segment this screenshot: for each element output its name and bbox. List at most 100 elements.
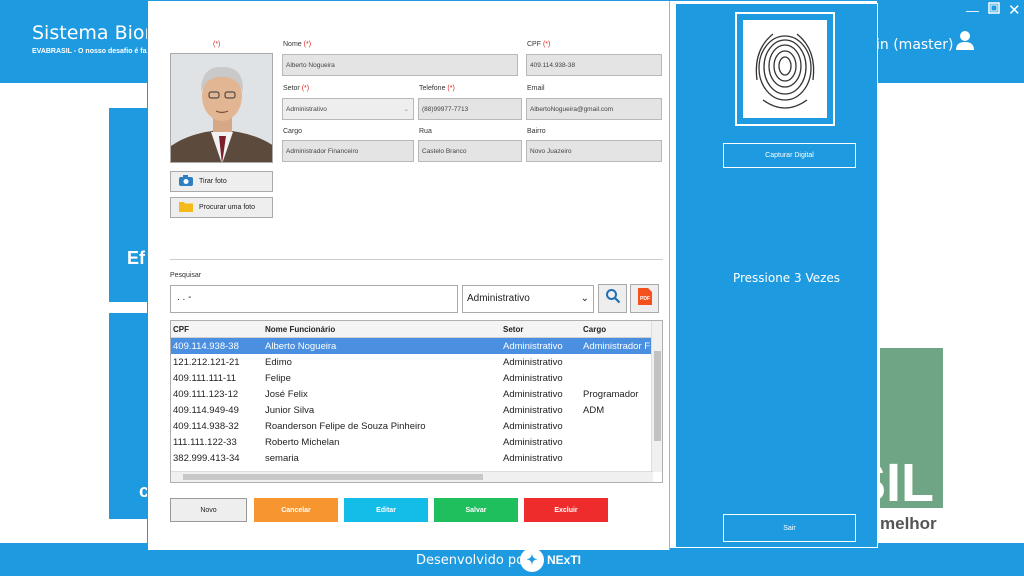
table-cell: José Felix <box>265 388 308 400</box>
table-row[interactable]: 111.111.122-33 Roberto Michelan Administ… <box>171 434 662 450</box>
table-cell: 409.111.123-12 <box>173 388 239 400</box>
table-row[interactable]: 382.999.413-34 semaria Administrativo <box>171 450 662 466</box>
exit-button[interactable]: Sair <box>723 514 856 542</box>
telefone-label: Telefone (*) <box>419 85 455 92</box>
table-cell: 382.999.413-34 <box>173 452 240 464</box>
table-row[interactable]: 409.111.123-12 José Felix Administrativo… <box>171 386 662 402</box>
take-photo-button[interactable]: Tirar foto <box>170 171 273 192</box>
search-button[interactable] <box>598 284 627 313</box>
fingerprint-frame <box>735 12 835 126</box>
table-cell: Administrativo <box>503 340 563 352</box>
required-mark: (*) <box>303 41 312 48</box>
table-cell: 409.111.111-11 <box>173 372 237 384</box>
table-cell: Alberto Nogueira <box>265 340 337 352</box>
search-label: Pesquisar <box>170 272 202 279</box>
svg-text:PDF: PDF <box>640 296 650 302</box>
folder-icon <box>179 201 193 214</box>
telefone-label-text: Telefone <box>419 85 446 92</box>
table-row[interactable]: 409.114.938-38 Alberto Nogueira Administ… <box>171 338 662 354</box>
table-row[interactable]: 409.114.949-49 Junior Silva Administrati… <box>171 402 662 418</box>
minimize-icon[interactable]: — <box>966 3 979 18</box>
horizontal-scrollbar[interactable] <box>171 471 653 482</box>
fingerprint-instruction: Pressione 3 Vezes <box>732 271 841 285</box>
nome-field[interactable]: Alberto Nogueira <box>282 54 518 76</box>
table-cell: Administrativo <box>503 452 563 464</box>
table-cell: Administrativo <box>503 404 563 416</box>
table-row[interactable]: 409.111.111-11 Felipe Administrativo <box>171 370 662 386</box>
tile-text: Ef <box>127 248 145 268</box>
close-icon[interactable]: ✕ <box>1008 1 1021 19</box>
footer-text: Desenvolvido por <box>416 553 530 568</box>
fingerprint-image <box>743 20 827 118</box>
table-row[interactable]: 409.114.938-32 Roanderson Felipe de Souz… <box>171 418 662 434</box>
evabrasil-logo: SIL <box>880 348 943 508</box>
browse-photo-button[interactable]: Procurar uma foto <box>170 197 273 218</box>
table-cell: Roanderson Felipe de Souza Pinheiro <box>265 420 426 432</box>
setor-label-text: Setor <box>283 85 300 92</box>
employee-photo <box>170 53 273 163</box>
nexti-icon: ✦ <box>520 548 544 572</box>
vertical-scrollbar[interactable] <box>651 321 662 472</box>
pdf-button[interactable]: PDF <box>630 284 659 313</box>
delete-button[interactable]: Excluir <box>524 498 608 522</box>
setor-filter-select[interactable]: Administrativo ⌄ <box>462 285 594 313</box>
user-icon[interactable] <box>955 30 975 55</box>
cargo-field[interactable]: Administrador Financeiro <box>282 140 414 162</box>
take-photo-label: Tirar foto <box>199 178 227 185</box>
table-cell: Felipe <box>265 372 291 384</box>
save-button[interactable]: Salvar <box>434 498 518 522</box>
nexti-brand: NExTI <box>547 553 582 567</box>
table-cell: 409.114.938-32 <box>173 420 239 432</box>
cargo-label: Cargo <box>283 128 303 135</box>
table-cell: 409.114.949-49 <box>173 404 239 416</box>
required-mark: (*) <box>301 85 310 92</box>
background-tile: c <box>109 313 149 519</box>
table-cell: semaria <box>265 452 299 464</box>
column-header[interactable]: Nome Funcionário <box>263 325 501 334</box>
maximize-icon[interactable] <box>988 2 1000 17</box>
nome-label: Nome (*) <box>283 41 311 48</box>
cpf-field[interactable]: 409.114.938-38 <box>526 54 662 76</box>
edit-button[interactable]: Editar <box>344 498 428 522</box>
new-button[interactable]: Novo <box>170 498 247 522</box>
app-subtitle: EVABRASIL - O nosso desafio é fazer o <box>32 48 163 55</box>
bairro-field[interactable]: Novo Juazeiro <box>526 140 662 162</box>
setor-filter-value: Administrativo <box>467 293 530 304</box>
biometric-panel: Capturar Digital Pressione 3 Vezes Sair <box>675 3 878 548</box>
app-title: Sistema Biom <box>32 22 164 44</box>
setor-label: Setor (*) <box>283 85 309 92</box>
search-input[interactable]: . . - <box>170 285 458 313</box>
cpf-label: CPF (*) <box>527 41 550 48</box>
table-cell: Administrativo <box>503 356 563 368</box>
table-cell: Roberto Michelan <box>265 436 340 448</box>
rua-field[interactable]: Castelo Branco <box>418 140 522 162</box>
table-cell: ADM <box>583 404 605 416</box>
table-cell: Administrativo <box>503 436 563 448</box>
table-row[interactable]: 121.212.121-21 Edimo Administrativo <box>171 354 662 370</box>
logo-text: SIL <box>880 453 935 508</box>
scroll-thumb[interactable] <box>654 351 661 441</box>
background-tile: Ef <box>109 108 149 302</box>
email-field[interactable]: AlbertoNogueira@gmail.com <box>526 98 662 120</box>
capture-fingerprint-button[interactable]: Capturar Digital <box>723 143 856 168</box>
telefone-field[interactable]: (88)99977-7713 <box>418 98 522 120</box>
column-header[interactable]: Cargo <box>581 325 651 334</box>
user-label: in (master) <box>876 37 954 53</box>
setor-select[interactable]: Administrativo ⌄ <box>282 98 414 120</box>
chevron-down-icon: ⌄ <box>403 106 409 113</box>
divider <box>170 259 663 260</box>
cancel-button[interactable]: Cancelar <box>254 498 338 522</box>
column-header[interactable]: CPF <box>171 325 263 334</box>
required-mark: (*) <box>542 41 551 48</box>
column-header[interactable]: Setor <box>501 325 581 334</box>
camera-icon <box>179 175 193 188</box>
scroll-thumb[interactable] <box>183 474 483 480</box>
pdf-icon: PDF <box>637 287 652 310</box>
table-cell: Programador <box>583 388 639 400</box>
photo-required-mark: (*) <box>213 41 221 48</box>
employee-table: CPF Nome Funcionário Setor Cargo 409.114… <box>170 320 663 483</box>
table-cell: Edimo <box>265 356 292 368</box>
cpf-label-text: CPF <box>527 41 541 48</box>
nexti-logo: ✦ NExTI <box>520 548 581 572</box>
setor-value: Administrativo <box>286 106 327 113</box>
